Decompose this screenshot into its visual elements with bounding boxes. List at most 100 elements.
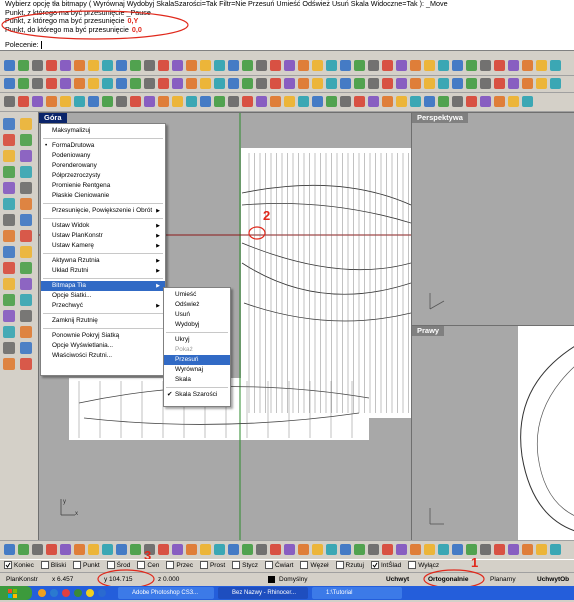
- status-planar[interactable]: Planarny: [490, 573, 516, 586]
- menu-item-set-camera[interactable]: Ustaw Kamerę ▶: [41, 241, 165, 251]
- menu-item-viewport-layout[interactable]: Układ Rzutni ▶: [41, 266, 165, 276]
- toolbar-icons-2[interactable]: [0, 76, 574, 92]
- left-toolbar-button-icon: [3, 182, 15, 194]
- menu-item-set-cplane[interactable]: Ustaw PlanKonstr ▶: [41, 231, 165, 241]
- toolbar-button-icon: [494, 78, 505, 89]
- osnap-checkbox[interactable]: [40, 561, 49, 570]
- toolbar-button-icon: [18, 544, 29, 555]
- toolbar-button-icon: [508, 96, 519, 107]
- toolbar-button-icon: [382, 544, 393, 555]
- toolbar-button-icon: [228, 544, 239, 555]
- osnap-checkbox[interactable]: [408, 561, 417, 570]
- submenu-item-place[interactable]: Umieść: [164, 290, 230, 300]
- left-toolbar-button-icon: [3, 358, 15, 370]
- menu-item-close-viewport[interactable]: Zamknij Rzutnię: [41, 316, 165, 326]
- left-toolbar-icons[interactable]: [0, 112, 38, 382]
- submenu-item-extract[interactable]: Wydobyj: [164, 320, 230, 330]
- submenu-item-show: Pokaż: [175, 346, 193, 353]
- menu-item-capture[interactable]: Przechwyć ▶: [41, 301, 165, 311]
- menu-item-maximize[interactable]: Maksymalizuj: [41, 126, 165, 136]
- osnap-checkbox[interactable]: [370, 561, 379, 570]
- menu-item-shaded[interactable]: Podeniowany: [41, 151, 165, 161]
- menu-item-rendered[interactable]: Porenderowany: [41, 161, 165, 171]
- menu-item-remesh[interactable]: Ponownie Pokryj Siatką: [41, 331, 165, 341]
- menu-separator: [166, 332, 228, 333]
- osnap-checkbox[interactable]: [4, 561, 12, 570]
- bottom-toolbar-icons[interactable]: [0, 541, 574, 559]
- submenu-item-move[interactable]: Przesuń: [164, 355, 230, 365]
- osnap-6[interactable]: Prost: [199, 561, 225, 570]
- osnap-checkbox[interactable]: [73, 561, 82, 570]
- command-prompt[interactable]: Polecenie:: [0, 40, 574, 51]
- axis-x-label: x: [75, 511, 78, 517]
- osnap-checkbox[interactable]: [232, 561, 241, 570]
- status-snap[interactable]: Uchwyt: [386, 573, 409, 586]
- osnap-7[interactable]: Stycz: [232, 561, 258, 570]
- toolbar-button-icon: [4, 96, 15, 107]
- left-toolbar-button-icon: [20, 134, 32, 146]
- status-layer[interactable]: Domyślny: [279, 573, 308, 586]
- submenu-item-hide[interactable]: Ukryj: [164, 335, 230, 345]
- menu-item-ghosted[interactable]: Półprzezroczysty: [41, 171, 165, 181]
- osnap-checkbox[interactable]: [166, 561, 175, 570]
- toolbar-button-icon: [550, 78, 561, 89]
- status-cplane: PlanKonstr: [6, 576, 38, 583]
- toolbar-button-icon: [466, 544, 477, 555]
- toolbar-icons-3[interactable]: [0, 93, 574, 111]
- viewport-right[interactable]: Prawy: [411, 325, 574, 541]
- taskbar-item-photoshop[interactable]: Adobe Photoshop CS3...: [118, 587, 214, 599]
- osnap-checkbox[interactable]: [335, 561, 344, 570]
- toolbar-button-icon: [242, 60, 253, 71]
- toolbar-button-icon: [312, 544, 323, 555]
- menu-item-wireframe[interactable]: • FormaDrutowa: [41, 141, 165, 151]
- toolbar-button-icon: [18, 78, 29, 89]
- toolbar-icons[interactable]: [0, 56, 574, 75]
- toolbar-button-icon: [4, 544, 15, 555]
- osnap-10[interactable]: Rzutuj: [335, 561, 364, 570]
- menu-item-display-options[interactable]: Opcje Wyświetlania...: [41, 341, 165, 351]
- toolbar-button-icon: [382, 60, 393, 71]
- osnap-label: Ćwiart: [275, 562, 294, 569]
- left-toolbar-button-icon: [20, 294, 32, 306]
- toolbar-button-icon: [508, 544, 519, 555]
- taskbar-item-rhino[interactable]: Bez Nazwy - Rhinocer...: [218, 587, 308, 599]
- submenu-item-remove[interactable]: Usuń: [164, 310, 230, 320]
- status-osnap[interactable]: UchwytOb: [537, 573, 569, 586]
- menu-item-active-viewport[interactable]: Aktywna Rzutnia ▶: [41, 256, 165, 266]
- toolbar-button-icon: [32, 78, 43, 89]
- toolbar-button-icon: [228, 78, 239, 89]
- menu-item-background-bitmap[interactable]: Bitmapa Tła ▶: [41, 281, 165, 291]
- quick-launch-icons[interactable]: [36, 587, 116, 599]
- submenu-item-align[interactable]: Wyrównaj: [164, 365, 230, 375]
- osnap-0[interactable]: Koniec: [4, 561, 34, 570]
- menu-item-pan-zoom-rotate[interactable]: Przesunięcie, Powiększenie i Obrót ▶: [41, 206, 165, 216]
- osnap-label: Bliski: [50, 562, 67, 569]
- viewport-perspective[interactable]: Perspektywa: [411, 112, 574, 326]
- taskbar-item-tutorial[interactable]: 1:\Tutorial: [312, 587, 402, 599]
- start-button[interactable]: [0, 586, 32, 600]
- osnap-checkbox[interactable]: [300, 561, 309, 570]
- menu-item-viewport-properties[interactable]: Właściwości Rzutni...: [41, 351, 165, 361]
- toolbar-button-icon: [424, 544, 435, 555]
- layer-color-swatch: [268, 576, 275, 583]
- osnap-1[interactable]: Bliski: [40, 561, 67, 570]
- osnap-checkbox[interactable]: [265, 561, 274, 570]
- toolbar-button-icon: [46, 78, 57, 89]
- submenu-item-grayscale[interactable]: ✔ Skala Szarości: [164, 390, 230, 400]
- osnap-8[interactable]: Ćwiart: [265, 561, 294, 570]
- menu-item-grid-options[interactable]: Opcje Siatki...: [41, 291, 165, 301]
- menu-item-xray[interactable]: Promienie Rentgena: [41, 181, 165, 191]
- osnap-5[interactable]: Przec: [166, 561, 193, 570]
- toolbar-button-icon: [354, 96, 365, 107]
- toolbar-button-icon: [452, 96, 463, 107]
- toolbar-button-icon: [228, 60, 239, 71]
- submenu-item-scale[interactable]: Skala: [164, 375, 230, 385]
- osnap-checkbox[interactable]: [199, 561, 208, 570]
- osnap-11[interactable]: IntŚlad: [370, 561, 401, 570]
- menu-item-flat-shade[interactable]: Płaskie Cieniowanie: [41, 191, 165, 201]
- osnap-9[interactable]: Węzeł: [300, 561, 329, 570]
- menu-separator: [43, 253, 163, 254]
- bottom-toolbar: [0, 540, 574, 560]
- submenu-item-refresh[interactable]: Odśwież: [164, 300, 230, 310]
- menu-item-set-view[interactable]: Ustaw Widok ▶: [41, 221, 165, 231]
